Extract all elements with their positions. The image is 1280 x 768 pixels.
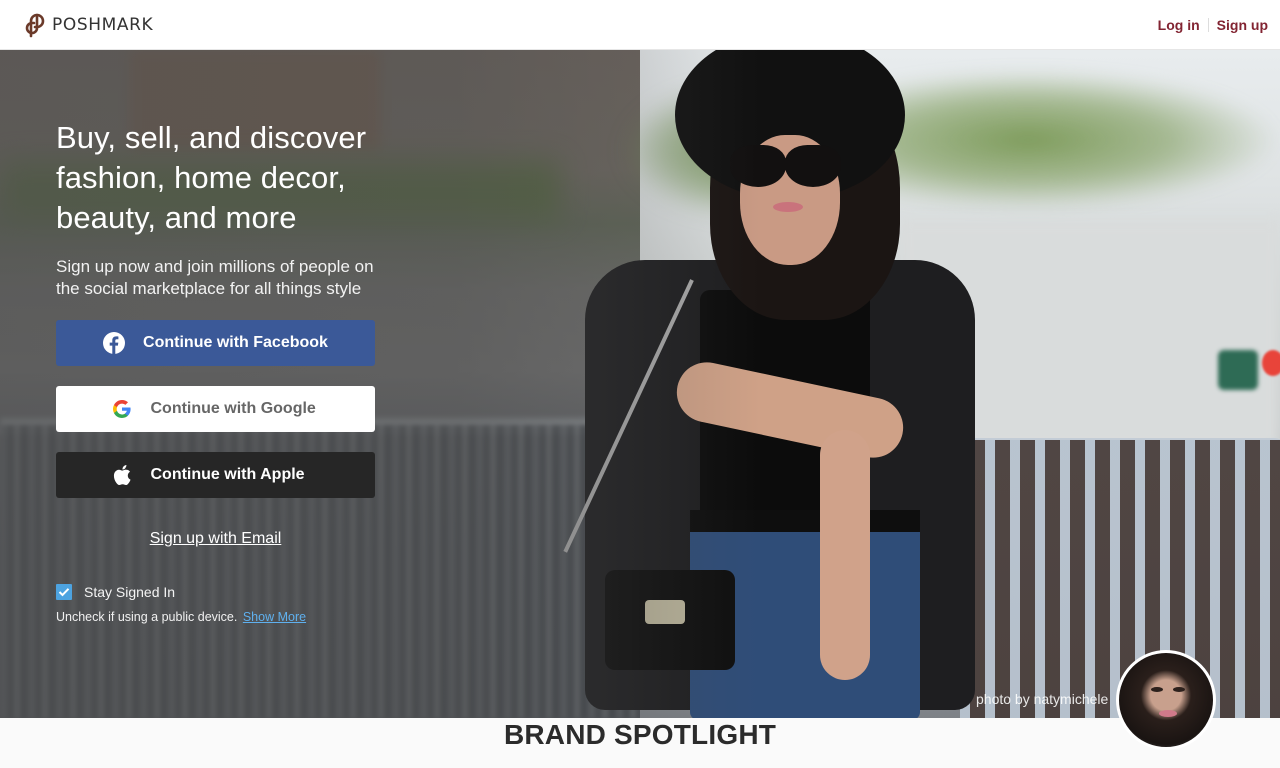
forearm	[820, 430, 870, 680]
google-icon	[111, 398, 133, 420]
hero-subhead: Sign up now and join millions of people …	[56, 257, 374, 298]
stay-signed-in-row: Stay Signed In	[56, 584, 386, 600]
continue-with-google-button[interactable]: Continue with Google	[56, 386, 375, 432]
top-nav: POSHMARK Log in Sign up	[0, 0, 1280, 50]
auth-links: Log in Sign up	[1158, 17, 1268, 33]
poshmark-logo-icon	[25, 13, 45, 37]
apple-icon	[111, 464, 133, 486]
brand-name: POSHMARK	[52, 14, 154, 35]
continue-with-apple-button[interactable]: Continue with Apple	[56, 452, 375, 498]
headline-line: fashion, home decor,	[56, 160, 346, 195]
sunglasses-right	[785, 145, 841, 187]
show-more-link[interactable]: Show More	[243, 610, 306, 624]
login-link[interactable]: Log in	[1158, 17, 1200, 33]
stay-signed-in-checkbox[interactable]	[56, 584, 72, 600]
signup-with-email-link[interactable]: Sign up with Email	[56, 530, 375, 548]
signup-panel: Buy, sell, and discover fashion, home de…	[56, 118, 386, 624]
continue-with-facebook-button[interactable]: Continue with Facebook	[56, 320, 375, 366]
headline-line: beauty, and more	[56, 200, 297, 235]
stay-signed-in-label: Stay Signed In	[84, 584, 176, 600]
bg-traffic-signal	[1218, 350, 1258, 390]
photo-credit: photo by natymichele	[976, 691, 1109, 707]
facebook-icon	[103, 332, 126, 354]
brand-spotlight-title: BRAND SPOTLIGHT	[503, 719, 777, 750]
headline-line: Buy, sell, and discover	[56, 120, 367, 155]
bg-railing-right	[960, 440, 1280, 718]
checkmark-icon	[58, 588, 70, 597]
poshmark-logo[interactable]: POSHMARK	[24, 12, 153, 38]
auth-divider	[1207, 17, 1209, 32]
google-button-label: Continue with Google	[150, 400, 316, 417]
avatar-eye	[1173, 687, 1185, 692]
apple-button-label: Continue with Apple	[150, 466, 305, 483]
bg-traffic-light-red	[1262, 350, 1280, 376]
avatar-eye	[1151, 687, 1163, 692]
hero-headline: Buy, sell, and discover fashion, home de…	[56, 118, 386, 238]
avatar-lips	[1159, 710, 1177, 717]
public-device-hint: Uncheck if using a public device. Show M…	[56, 610, 386, 624]
photographer-avatar[interactable]	[1116, 650, 1216, 750]
facebook-button-label: Continue with Facebook	[143, 334, 328, 351]
brand-spotlight-section: BRAND SPOTLIGHT	[0, 718, 1280, 768]
signup-link[interactable]: Sign up	[1217, 17, 1268, 33]
public-device-hint-text: Uncheck if using a public device.	[56, 610, 238, 624]
hero-banner: Buy, sell, and discover fashion, home de…	[0, 50, 1280, 718]
lips	[773, 202, 803, 212]
